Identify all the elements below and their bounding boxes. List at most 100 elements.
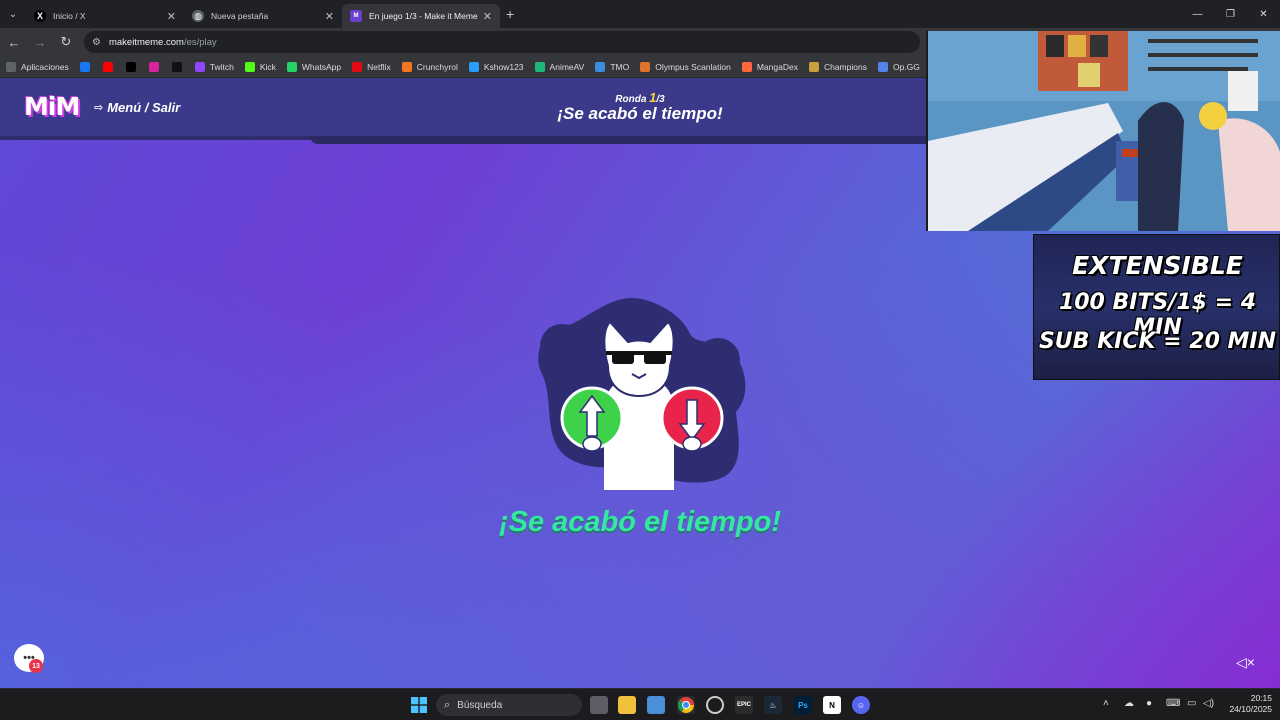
keyboard-icon[interactable]: ⌨: [1166, 698, 1180, 709]
volume-icon[interactable]: ◁): [1203, 698, 1214, 709]
tmo-icon: [595, 61, 606, 72]
webcam-feed-image: [928, 31, 1280, 231]
minimize-icon[interactable]: —: [1181, 0, 1214, 28]
bookmark-item[interactable]: [125, 61, 141, 72]
bookmark-item[interactable]: Champions: [808, 61, 867, 72]
bookmark-item[interactable]: Crunchyrol: [401, 61, 458, 72]
url-path: /es/play: [183, 36, 217, 48]
bookmark-label: Crunchyrol: [416, 61, 458, 72]
notion-icon[interactable]: N: [823, 696, 841, 714]
bookmark-label: MangaDex: [756, 61, 798, 72]
crunchyroll-icon: [401, 61, 412, 72]
epic-games-icon[interactable]: EPIC: [735, 696, 753, 714]
site-settings-icon[interactable]: ⚙: [92, 37, 101, 48]
chat-unread-badge: 13: [29, 659, 43, 673]
tab-search-chevron-icon[interactable]: ⌄: [0, 0, 26, 28]
opgg-icon: [877, 61, 888, 72]
youtube-icon: [102, 61, 113, 72]
apps-grid-icon: [6, 61, 16, 72]
webcam-overlay: [926, 31, 1280, 231]
restore-icon[interactable]: ❐: [1214, 0, 1247, 28]
bookmark-item[interactable]: Olympus Scanlation: [640, 61, 731, 72]
bookmark-label: WhatsApp: [301, 61, 342, 72]
tab-nueva-pestana[interactable]: ◍ Nueva pestaña ✕: [184, 4, 342, 28]
clock-date: 24/10/2025: [1229, 704, 1272, 714]
forward-arrow-icon[interactable]: →: [28, 30, 52, 54]
steam-icon[interactable]: ♨: [764, 696, 782, 714]
window-controls: — ❐ ✕: [1181, 0, 1280, 28]
bookmark-item[interactable]: [171, 61, 187, 72]
clock-time: 20:15: [1250, 693, 1272, 703]
bookmark-item[interactable]: Kshow123: [468, 61, 524, 72]
extensible-label: EXTENSIBLE: [1072, 251, 1243, 280]
bookmark-item[interactable]: MangaDex: [741, 61, 798, 72]
kshow-icon: [468, 61, 479, 72]
clock-app-icon[interactable]: [706, 696, 724, 714]
url-host: makeitmeme.com: [108, 36, 184, 48]
widgets-app-icon[interactable]: [647, 696, 665, 714]
bookmark-item[interactable]: TMO: [595, 61, 629, 72]
close-window-icon[interactable]: ✕: [1247, 0, 1280, 28]
system-clock[interactable]: 20:15 24/10/2025: [1214, 693, 1272, 715]
kick-icon: [244, 61, 255, 72]
bookmark-item[interactable]: Aplicaciones: [6, 61, 69, 72]
tab-title: En juego 1/3 - Make it Meme: [369, 11, 478, 21]
reload-icon[interactable]: ↻: [54, 30, 78, 54]
bookmark-item[interactable]: [148, 61, 164, 72]
bookmark-label: AnimeAV: [549, 61, 585, 72]
whatsapp-icon: [286, 61, 297, 72]
bookmark-label: Twitch: [209, 61, 234, 72]
photoshop-icon[interactable]: Ps: [794, 696, 812, 714]
tab-title: Inicio / X: [53, 11, 86, 21]
bookmark-label: Kick: [259, 61, 276, 72]
task-view-icon[interactable]: [590, 696, 608, 714]
close-tab-icon[interactable]: ✕: [167, 10, 176, 23]
tab-inicio-x[interactable]: X Inicio / X ✕: [26, 4, 184, 28]
champions-icon: [808, 61, 819, 72]
tab-title: Nueva pestaña: [211, 11, 269, 21]
bookmark-item[interactable]: [79, 61, 95, 72]
bookmark-item[interactable]: [102, 61, 118, 72]
tiktok-icon: [171, 61, 182, 72]
netflix-icon: [352, 61, 363, 72]
onedrive-cloud-icon[interactable]: ☁: [1124, 698, 1134, 709]
bookmark-item[interactable]: WhatsApp: [286, 61, 342, 72]
x-icon: [125, 61, 136, 72]
windows-taskbar: ⌕ Búsqueda EPIC ♨ Ps N ☺ ˄ ☁ ● ⌨ ▭ ◁) 20…: [0, 688, 1280, 720]
bookmark-item[interactable]: AnimeAV: [534, 61, 585, 72]
chrome-icon[interactable]: [677, 696, 695, 714]
bookmark-label: Champions: [823, 61, 867, 72]
mangadex-icon: [741, 61, 752, 72]
x-logo-icon: X: [34, 10, 46, 22]
tray-chevron-up-icon[interactable]: ˄: [1103, 698, 1109, 709]
network-icon[interactable]: ▭: [1187, 698, 1196, 709]
bookmark-item[interactable]: Op.GG: [877, 61, 920, 72]
bookmark-item[interactable]: Twitch: [194, 61, 234, 72]
mute-speaker-icon[interactable]: ◁×: [1236, 654, 1255, 671]
tab-make-it-meme[interactable]: M En juego 1/3 - Make it Meme ✕: [342, 4, 500, 28]
discord-icon[interactable]: ☺: [852, 696, 870, 714]
cool-cat-vote-mascot-icon: [538, 298, 746, 490]
back-arrow-icon[interactable]: ←: [2, 30, 26, 54]
search-icon: ⌕: [444, 698, 451, 711]
microphone-icon[interactable]: ●: [1146, 698, 1152, 709]
bookmark-label: Netflix: [367, 61, 391, 72]
mim-logo[interactable]: MiM: [24, 92, 80, 121]
address-bar[interactable]: ⚙ makeitmeme.com/es/play: [84, 31, 920, 53]
close-tab-icon[interactable]: ✕: [483, 10, 492, 23]
taskbar-search[interactable]: ⌕ Búsqueda: [436, 694, 582, 716]
globe-icon: ◍: [192, 10, 204, 22]
menu-exit-label: Menú / Salir: [107, 100, 181, 115]
sub-kick-rate-label: SUB KICK = 20 MIN: [1038, 329, 1277, 354]
windows-start-icon[interactable]: [410, 696, 428, 714]
facebook-icon: [79, 61, 90, 72]
menu-exit-button[interactable]: ⇨ Menú / Salir: [94, 100, 180, 115]
search-placeholder: Búsqueda: [457, 699, 503, 711]
screen: ⌄ X Inicio / X ✕ ◍ Nueva pestaña ✕ M En …: [0, 0, 1280, 720]
new-tab-plus-icon[interactable]: +: [506, 6, 514, 22]
file-explorer-icon[interactable]: [618, 696, 636, 714]
stream-info-panel: EXTENSIBLE 100 BITS/1$ = 4 MIN SUB KICK …: [1033, 234, 1280, 380]
bookmark-item[interactable]: Netflix: [352, 61, 391, 72]
close-tab-icon[interactable]: ✕: [325, 10, 334, 23]
bookmark-item[interactable]: Kick: [244, 61, 276, 72]
